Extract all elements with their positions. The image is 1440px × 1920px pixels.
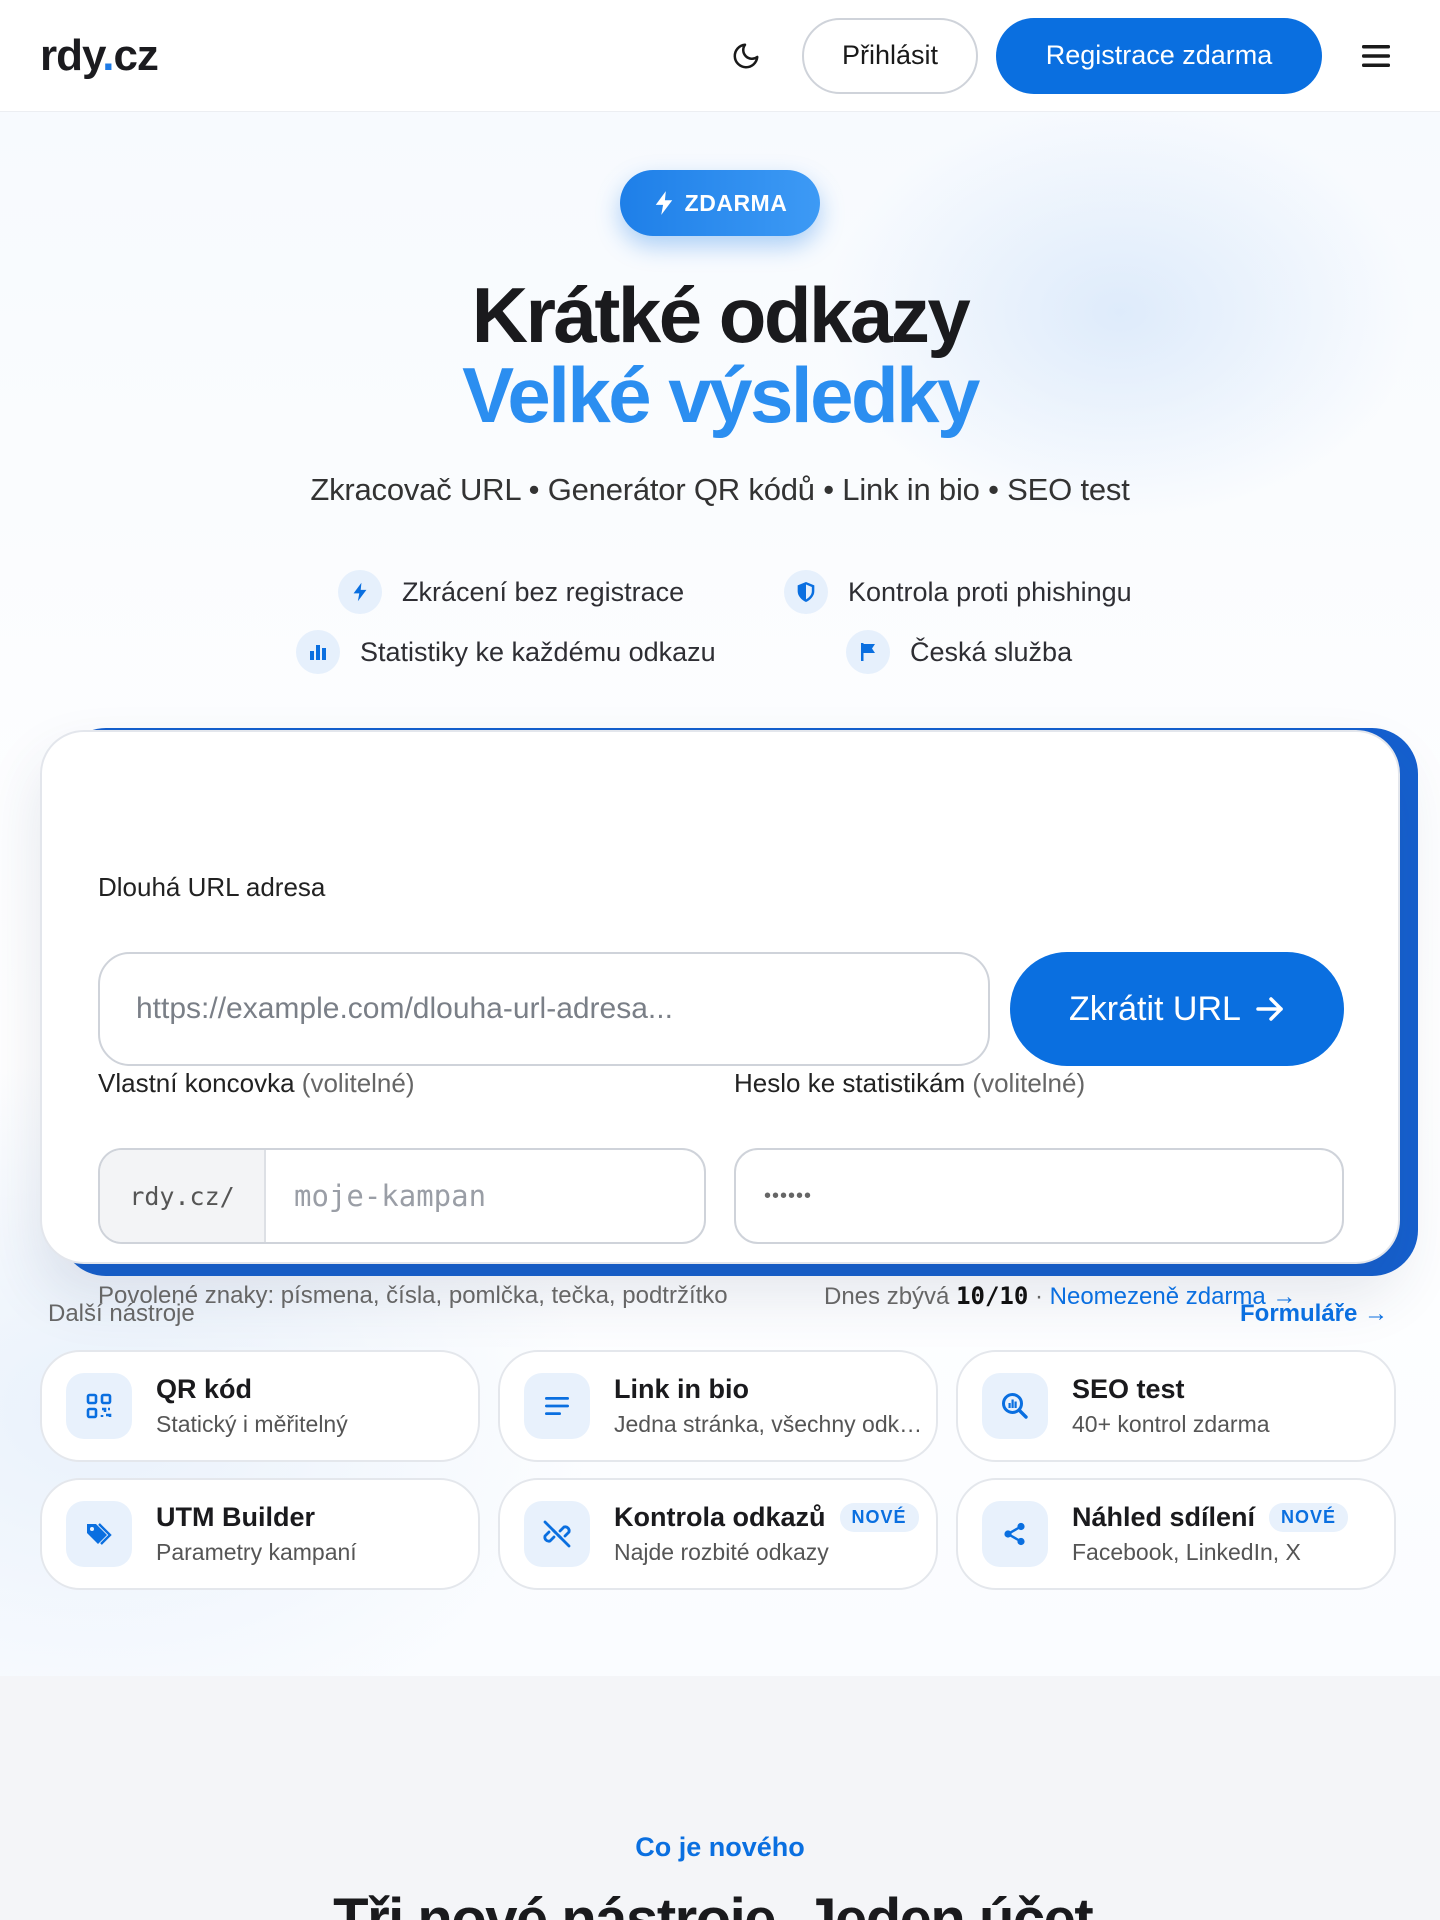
list-icon [524, 1373, 590, 1439]
shorten-form-card: Dlouhá URL adresa https://example.com/dl… [40, 730, 1400, 1310]
moon-icon [733, 43, 759, 68]
tools-section-title: Další nástroje [48, 1300, 195, 1327]
new-badge: NOVÉ [1269, 1503, 1349, 1532]
broken-link-icon [524, 1501, 590, 1567]
hero-subtitle: Zkracovač URL • Generátor QR kódů • Link… [310, 472, 1130, 507]
bolt-icon [338, 570, 382, 614]
bar-chart-icon [296, 630, 340, 674]
slug-prefix: rdy.cz/ [100, 1150, 266, 1242]
free-badge: ZDARMA [620, 170, 820, 236]
url-label: Dlouhá URL adresa [98, 872, 326, 902]
slug-field: rdy.cz/ moje-kampan [98, 1148, 706, 1244]
slug-label: Vlastní koncovka (volitelné) [98, 1068, 415, 1098]
tool-card-utm-builder[interactable]: UTM Builder Parametry kampaní [40, 1478, 480, 1590]
url-input[interactable]: https://example.com/dlouha-url-adresa... [98, 952, 990, 1066]
feature-item: Česká služba [846, 630, 1072, 674]
dark-mode-toggle[interactable] [718, 28, 774, 84]
hero-title-line2: Velké výsledky [462, 351, 980, 439]
tool-card-link-checker[interactable]: Kontrola odkazů NOVÉ Najde rozbité odkazy [498, 1478, 938, 1590]
new-badge: NOVÉ [839, 1503, 919, 1532]
tool-card-link-in-bio[interactable]: Link in bio Jedna stránka, všechny odkazy [498, 1350, 938, 1462]
shield-icon [784, 570, 828, 614]
tool-card-seo-test[interactable]: SEO test 40+ kontrol zdarma [956, 1350, 1396, 1462]
forms-link[interactable]: Formuláře → [1240, 1300, 1388, 1328]
tag-icon [66, 1501, 132, 1567]
logo[interactable]: rdy.cz [40, 31, 159, 81]
hero-section: ZDARMA Krátké odkazy Velké výsledky Zkra… [0, 112, 1440, 1676]
slug-input[interactable]: moje-kampan [266, 1150, 704, 1242]
qr-code-icon [66, 1373, 132, 1439]
password-input[interactable]: •••••• [734, 1148, 1344, 1244]
register-button[interactable]: Registrace zdarma [996, 17, 1322, 94]
hamburger-icon [1362, 44, 1390, 67]
feature-item: Zkrácení bez registrace [338, 570, 684, 614]
arrow-right-icon [1256, 997, 1283, 1021]
remaining-quota: Dnes zbývá 10/10 · Neomezeně zdarma → [824, 1282, 1297, 1310]
bolt-icon [655, 191, 672, 215]
flag-icon [846, 630, 890, 674]
hero-title-line1: Krátké odkazy [471, 271, 971, 359]
search-analytics-icon [982, 1373, 1048, 1439]
tool-card-share-preview[interactable]: Náhled sdílení NOVÉ Facebook, LinkedIn, X [956, 1478, 1396, 1590]
password-label: Heslo ke statistikám (volitelné) [734, 1068, 1086, 1098]
header-actions: Přihlásit Registrace zdarma [718, 17, 1400, 94]
whats-new-title: Tři nové nástroje. Jeden účet. [333, 1887, 1108, 1920]
feature-item: Statistiky ke každému odkazu [296, 630, 716, 674]
shorten-button[interactable]: Zkrátit URL [1010, 952, 1344, 1066]
menu-button[interactable] [1352, 32, 1400, 80]
feature-item: Kontrola proti phishingu [784, 570, 1132, 614]
login-button[interactable]: Přihlásit [802, 17, 978, 94]
share-icon [982, 1501, 1048, 1567]
tool-card-qr[interactable]: QR kód Statický i měřitelný [40, 1350, 480, 1462]
site-header: rdy.cz Přihlásit Registrace zdarma [0, 0, 1440, 112]
whats-new-label: Co je nového [635, 1832, 805, 1862]
